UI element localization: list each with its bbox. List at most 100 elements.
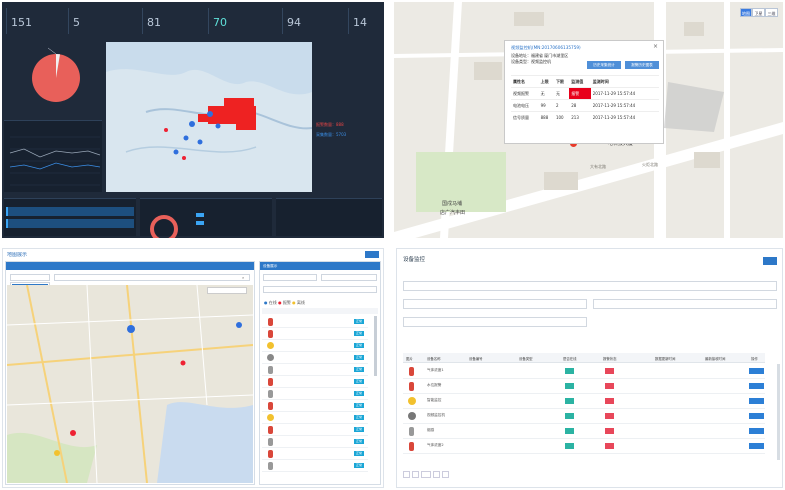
status-button[interactable]: 正常: [354, 331, 364, 336]
table-row[interactable]: 视频监控机: [403, 409, 765, 424]
column-header: 报警状态: [603, 357, 617, 361]
device-icon: [268, 426, 273, 434]
cell: 2017-11-29 15:57:44: [590, 87, 659, 100]
status-online-label: 在线: [268, 300, 277, 305]
device-icon: [268, 390, 273, 398]
road-label: 火炬北路: [642, 162, 658, 167]
search-icon[interactable]: ⌕: [242, 275, 244, 280]
list-item[interactable]: 正常: [262, 388, 368, 400]
status-button[interactable]: 正常: [354, 367, 364, 372]
online-badge: [565, 428, 574, 434]
device-name: 烟感: [427, 428, 435, 432]
detail-button[interactable]: [749, 398, 764, 404]
cell: 213: [569, 111, 591, 124]
next-page-button[interactable]: [433, 471, 440, 478]
device-icon: [267, 354, 274, 361]
status-button[interactable]: 正常: [354, 343, 364, 348]
status-button[interactable]: 正常: [354, 415, 364, 420]
last-page-button[interactable]: [442, 471, 449, 478]
table-row[interactable]: [6, 219, 134, 228]
list-item[interactable]: 正常: [262, 352, 368, 364]
table-row[interactable]: 烟感: [403, 424, 765, 439]
status-button[interactable]: 正常: [354, 403, 364, 408]
list-item[interactable]: 正常: [262, 328, 368, 340]
device-info-popup: 视频监控机(MN:20170606135759) × 设备地址：福建省 厦门市湖…: [504, 40, 664, 144]
alarm-badge: [605, 368, 614, 374]
area-select[interactable]: [403, 317, 587, 327]
status-select[interactable]: [321, 274, 377, 281]
detail-button[interactable]: [749, 368, 764, 374]
column-header: 设备名称: [427, 357, 441, 361]
list-item[interactable]: 正常: [262, 448, 368, 460]
first-page-button[interactable]: [403, 471, 410, 478]
device-type-select[interactable]: [403, 299, 587, 309]
table-row[interactable]: [6, 207, 134, 216]
page-number-input[interactable]: [421, 471, 431, 478]
status-button[interactable]: 正常: [354, 355, 364, 360]
close-icon[interactable]: ×: [653, 43, 658, 50]
status-button[interactable]: 正常: [354, 451, 364, 456]
map-type-satellite[interactable]: 卫星: [752, 8, 765, 17]
list-item[interactable]: 正常: [262, 412, 368, 424]
stat-value: 151: [11, 16, 32, 29]
device-detail-map[interactable]: 大有北路 电科技大厦 国戍马埔 店广汽丰田 火炬北路 地图 卫星 三维 视频监控…: [394, 2, 783, 238]
alarm-badge: [605, 383, 614, 389]
table-row[interactable]: 智能监控: [403, 394, 765, 409]
status-button[interactable]: 正常: [354, 439, 364, 444]
history-stats-button[interactable]: 历史采集统计: [587, 61, 621, 69]
list-item[interactable]: 正常: [262, 364, 368, 376]
prev-page-button[interactable]: [412, 471, 419, 478]
area-select[interactable]: [10, 274, 50, 281]
map-pane-header: [6, 262, 254, 270]
detail-button[interactable]: [749, 443, 764, 449]
status-button[interactable]: 正常: [354, 379, 364, 384]
detail-button[interactable]: [749, 428, 764, 434]
popup-type: 设备类型：视频监控机: [511, 59, 551, 64]
list-item[interactable]: 正常: [262, 316, 368, 328]
stat-card: 151: [6, 8, 66, 34]
table-row[interactable]: 水位报警: [403, 379, 765, 394]
list-item[interactable]: 正常: [262, 400, 368, 412]
scrollbar[interactable]: [777, 364, 780, 460]
list-item[interactable]: 正常: [262, 460, 368, 472]
status-button[interactable]: 正常: [354, 319, 364, 324]
column-header: 操作: [751, 357, 758, 361]
detail-button[interactable]: [749, 413, 764, 419]
table-header: 图片 设备名称 设备编号 设备类型 是否在线 报警状态 数据更新时间 最新接收时…: [403, 353, 765, 363]
detail-button[interactable]: [749, 383, 764, 389]
map-type-switch[interactable]: [207, 287, 247, 294]
device-name: 水位报警: [427, 383, 442, 387]
online-rate-ring: [150, 215, 178, 238]
map-type-3d[interactable]: 三维: [765, 8, 778, 17]
column-header: 是否在线: [563, 357, 577, 361]
type-select[interactable]: [263, 274, 317, 281]
scrollbar[interactable]: [374, 316, 377, 376]
table-row: 信号质量 888 100 213 2017-11-29 15:57:44: [511, 111, 659, 124]
device-icon: [409, 382, 414, 391]
table-row[interactable]: 气体浓度1: [403, 364, 765, 379]
search-input[interactable]: [54, 274, 250, 281]
list-item[interactable]: 正常: [262, 340, 368, 352]
status-button[interactable]: 正常: [354, 391, 364, 396]
status-filter[interactable]: ● 在线 ● 报警 ● 离线: [264, 300, 305, 305]
status-button[interactable]: 正常: [354, 427, 364, 432]
status-button[interactable]: 正常: [354, 463, 364, 468]
offline-marker[interactable]: [54, 450, 60, 456]
status-select[interactable]: [593, 299, 777, 309]
table-row[interactable]: 气体浓度2: [403, 439, 765, 454]
device-search-input[interactable]: [263, 286, 377, 293]
online-badge: [565, 398, 574, 404]
map-type-normal[interactable]: 地图: [740, 8, 752, 17]
device-map[interactable]: [7, 285, 253, 483]
alarm-chart-button[interactable]: 报警历史图表: [625, 61, 659, 69]
list-item[interactable]: 正常: [262, 424, 368, 436]
device-icon: [268, 330, 273, 338]
refresh-button[interactable]: [763, 257, 777, 265]
device-icon: [408, 397, 416, 405]
alarm-map[interactable]: [106, 42, 313, 192]
list-item[interactable]: 正常: [262, 436, 368, 448]
device-icon: [268, 438, 273, 446]
list-item[interactable]: 正常: [262, 376, 368, 388]
keyword-input[interactable]: [403, 281, 777, 291]
refresh-button[interactable]: [365, 251, 379, 258]
